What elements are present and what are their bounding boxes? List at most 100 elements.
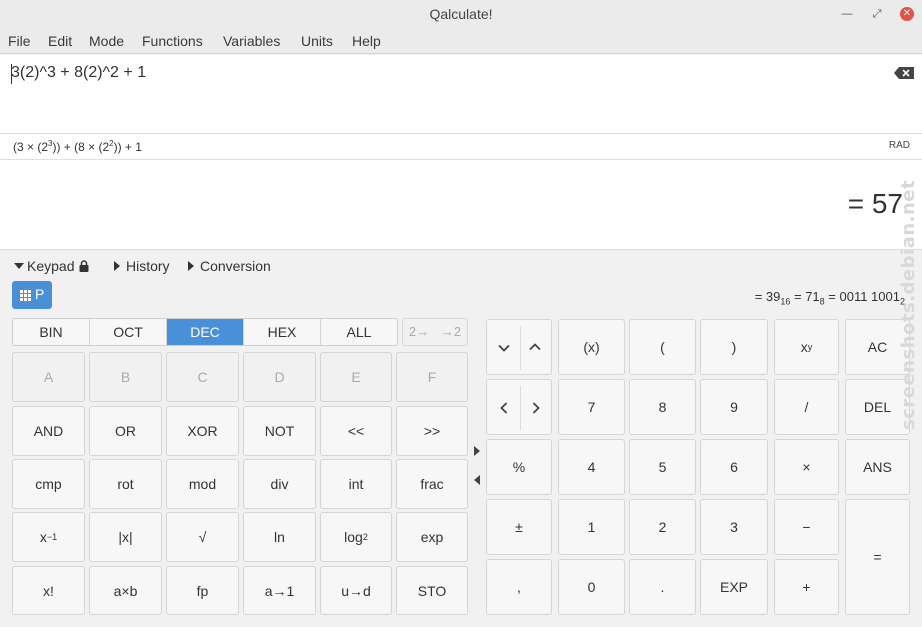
key-comma[interactable]: , [486, 559, 552, 615]
angle-mode-indicator[interactable]: RAD [889, 140, 910, 151]
key-a-to-1[interactable]: a→1 [243, 566, 316, 615]
cursor-navigation-keys [486, 379, 552, 435]
key-close-paren[interactable]: ) [700, 319, 768, 375]
key-2[interactable]: 2 [629, 499, 696, 555]
key-u-to-d[interactable]: u→d [320, 566, 392, 615]
close-button[interactable]: ✕ [900, 7, 914, 21]
base-dec-button[interactable]: DEC [167, 319, 244, 345]
key-plus-minus[interactable]: ± [486, 499, 552, 555]
qalculate-window: Qalculate! — ⤢ ✕ File Edit Mode Function… [0, 0, 922, 627]
expression-entry[interactable]: 3(2)^3 + 8(2)^2 + 1 [0, 55, 922, 134]
key-int[interactable]: int [320, 459, 392, 509]
key-a-times-b[interactable]: a×b [89, 566, 162, 615]
key-multiply[interactable]: × [774, 439, 839, 495]
key-hex-b[interactable]: B [89, 352, 162, 402]
to-base-button[interactable]: 2→ [403, 319, 435, 345]
expression-text[interactable]: 3(2)^3 + 8(2)^2 + 1 [11, 64, 146, 82]
key-abs[interactable]: |x| [89, 512, 162, 562]
key-5[interactable]: 5 [629, 439, 696, 495]
base-hex-button[interactable]: HEX [244, 319, 321, 345]
key-log2[interactable]: log 2 [320, 512, 392, 562]
menu-bar: File Edit Mode Functions Variables Units… [0, 28, 922, 54]
parsed-expression: (3 × (23)) + (8 × (22)) + 1 [13, 139, 142, 154]
key-hex-d[interactable]: D [243, 352, 316, 402]
key-xor[interactable]: XOR [166, 406, 239, 456]
key-4[interactable]: 4 [558, 439, 625, 495]
collapsed-arrow-icon [188, 261, 194, 271]
expand-right-icon[interactable] [472, 445, 482, 457]
result-value: = 57 [847, 188, 903, 219]
programming-keypad-button[interactable]: P [12, 281, 52, 309]
window-title: Qalculate! [429, 6, 493, 22]
key-exp10[interactable]: EXP [700, 559, 768, 615]
menu-file[interactable]: File [8, 33, 31, 49]
key-6[interactable]: 6 [700, 439, 768, 495]
result-display: = 57 [0, 160, 922, 250]
key-decimal-point[interactable]: . [629, 559, 696, 615]
key-shift-left[interactable]: << [320, 406, 392, 456]
key-0[interactable]: 0 [558, 559, 625, 615]
key-frac[interactable]: frac [396, 459, 468, 509]
menu-mode[interactable]: Mode [89, 33, 124, 49]
key-ln[interactable]: ln [243, 512, 316, 562]
key-divide[interactable]: / [774, 379, 839, 435]
chevron-right-icon[interactable] [530, 402, 542, 414]
key-factorial[interactable]: x! [12, 566, 85, 615]
key-hex-f[interactable]: F [396, 352, 468, 402]
key-9[interactable]: 9 [700, 379, 768, 435]
key-shift-right[interactable]: >> [396, 406, 468, 456]
menu-functions[interactable]: Functions [142, 33, 203, 49]
menu-edit[interactable]: Edit [48, 33, 72, 49]
key-1[interactable]: 1 [558, 499, 625, 555]
base-all-button[interactable]: ALL [321, 319, 397, 345]
key-parenthesize[interactable]: (x) [558, 319, 625, 375]
parsed-expression-bar: (3 × (23)) + (8 × (22)) + 1 RAD [0, 134, 922, 160]
chevron-up-icon[interactable] [529, 341, 541, 353]
key-subtract[interactable]: − [774, 499, 839, 555]
chevron-down-icon[interactable] [498, 342, 510, 354]
key-or[interactable]: OR [89, 406, 162, 456]
base-oct-button[interactable]: OCT [90, 319, 167, 345]
key-rot[interactable]: rot [89, 459, 162, 509]
base-conversion-line: = 3916 = 718 = 0011 10012 [754, 289, 905, 307]
key-add[interactable]: + [774, 559, 839, 615]
key-not[interactable]: NOT [243, 406, 316, 456]
from-base-button[interactable]: →2 [435, 319, 467, 345]
key-div[interactable]: div [243, 459, 316, 509]
clear-entry-icon[interactable] [894, 67, 914, 79]
menu-help[interactable]: Help [352, 33, 381, 49]
minimize-button[interactable]: — [840, 7, 854, 21]
key-sqrt[interactable]: √ [166, 512, 239, 562]
key-mod[interactable]: mod [166, 459, 239, 509]
key-hex-e[interactable]: E [320, 352, 392, 402]
menu-units[interactable]: Units [301, 33, 333, 49]
maximize-button[interactable]: ⤢ [870, 7, 884, 21]
key-and[interactable]: AND [12, 406, 85, 456]
history-navigation-keys [486, 319, 552, 375]
key-3[interactable]: 3 [700, 499, 768, 555]
collapse-left-icon[interactable] [472, 474, 482, 486]
base-bin-button[interactable]: BIN [13, 319, 90, 345]
key-7[interactable]: 7 [558, 379, 625, 435]
key-answer[interactable]: ANS [845, 439, 910, 495]
menu-variables[interactable]: Variables [223, 33, 280, 49]
keypad-expander[interactable]: Keypad [14, 258, 89, 274]
key-hex-c[interactable]: C [166, 352, 239, 402]
key-8[interactable]: 8 [629, 379, 696, 435]
key-sto[interactable]: STO [396, 566, 468, 615]
bit-buttons: 2→ →2 [402, 318, 468, 346]
key-power[interactable]: xy [774, 319, 839, 375]
lock-icon[interactable] [79, 259, 89, 272]
key-fp[interactable]: fp [166, 566, 239, 615]
expander-row: Keypad History Conversion [0, 256, 922, 278]
history-expander[interactable]: History [114, 258, 170, 274]
key-percent[interactable]: % [486, 439, 552, 495]
key-open-paren[interactable]: ( [629, 319, 696, 375]
key-equals[interactable]: = [845, 499, 910, 615]
conversion-expander[interactable]: Conversion [188, 258, 271, 274]
key-inverse[interactable]: x −1 [12, 512, 85, 562]
key-cmp[interactable]: cmp [12, 459, 85, 509]
key-exp[interactable]: exp [396, 512, 468, 562]
chevron-left-icon[interactable] [498, 402, 510, 414]
key-hex-a[interactable]: A [12, 352, 85, 402]
